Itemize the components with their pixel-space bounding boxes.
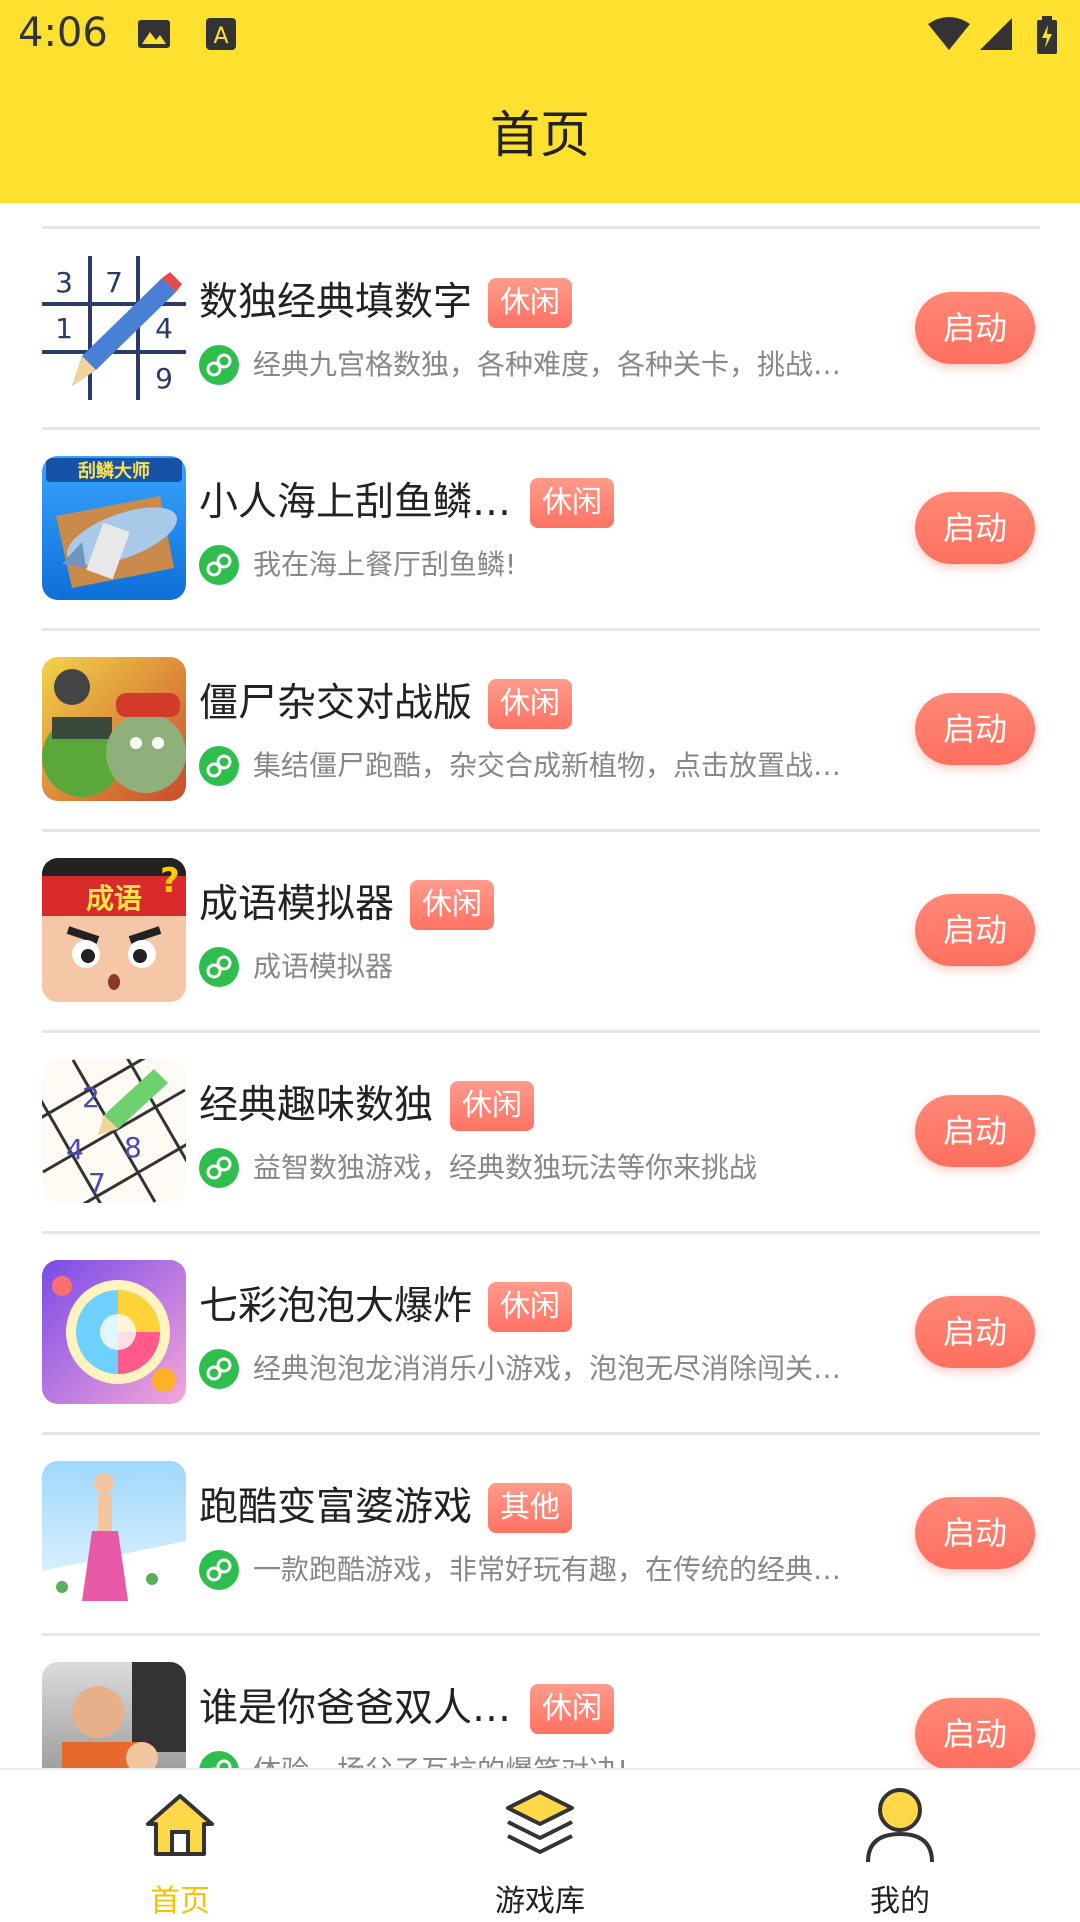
- game-description: 经典九宫格数独，各种难度，各种关卡，挑战…: [253, 348, 842, 381]
- category-tag: 休闲: [488, 278, 572, 328]
- battery-icon: [1037, 16, 1057, 54]
- game-name: 僵尸杂交对战版: [199, 681, 473, 726]
- game-description: 体验一场父子互坑的爆笑对决!: [253, 1751, 883, 1768]
- nav-home-label: 首页: [150, 1884, 210, 1919]
- bottom-nav: 首页 游戏库 我的: [0, 1768, 1080, 1922]
- game-name: 经典趣味数独: [199, 1083, 434, 1128]
- launch-button[interactable]: 启动: [915, 1698, 1035, 1768]
- category-tag: 休闲: [530, 478, 614, 528]
- mini-program-icon: [199, 746, 239, 786]
- mini-program-icon: [199, 1148, 239, 1188]
- dad-baby-icon: [42, 1662, 186, 1768]
- game-name: 数独经典填数字: [199, 280, 473, 325]
- svg-text:2: 2: [82, 1081, 100, 1114]
- mini-program-icon: [199, 345, 239, 385]
- game-description: 一款跑酷游戏，非常好玩有趣，在传统的经典…: [253, 1553, 842, 1586]
- game-list[interactable]: 3 7 1 4 9 数独经典填数字 休闲 经典九宫格数独，各种难度，各种关卡，挑…: [0, 203, 1080, 1768]
- svg-text:4: 4: [66, 1133, 84, 1166]
- launch-button[interactable]: 启动: [915, 1497, 1035, 1569]
- icon-label: 刮鳞大师: [78, 460, 150, 482]
- category-tag: 休闲: [530, 1684, 614, 1734]
- layers-icon: [506, 1790, 574, 1854]
- nav-profile-label: 我的: [870, 1884, 930, 1919]
- wifi-icon: [928, 17, 970, 50]
- nav-game-library[interactable]: 游戏库: [360, 1770, 720, 1922]
- image-notification-icon: [138, 20, 170, 48]
- game-item[interactable]: 成语 ? 成语模拟器 休闲 成语模拟器 启动: [0, 831, 1080, 1032]
- fun-sudoku-icon: 2 4 8 7: [42, 1059, 186, 1203]
- game-item[interactable]: 跑酷变富婆游戏 其他 一款跑酷游戏，非常好玩有趣，在传统的经典… 启动: [0, 1434, 1080, 1635]
- svg-text:A: A: [213, 24, 228, 49]
- launch-button[interactable]: 启动: [915, 292, 1035, 364]
- svg-text:8: 8: [124, 1131, 142, 1164]
- svg-text:1: 1: [55, 312, 73, 345]
- svg-text:7: 7: [105, 266, 123, 299]
- nav-game-library-label: 游戏库: [495, 1884, 585, 1919]
- svg-text:7: 7: [88, 1167, 106, 1200]
- game-item[interactable]: 七彩泡泡大爆炸 休闲 经典泡泡龙消消乐小游戏，泡泡无尽消除闯关… 启动: [0, 1233, 1080, 1434]
- category-tag: 休闲: [488, 1282, 572, 1332]
- category-tag: 休闲: [488, 679, 572, 729]
- game-name: 跑酷变富婆游戏: [199, 1485, 473, 1530]
- home-icon: [146, 1794, 214, 1856]
- game-item[interactable]: 2 4 8 7 经典趣味数独 休闲 益智数独游戏，经典数独玩法等你来挑战 启动: [0, 1032, 1080, 1233]
- rainbow-bubble-icon: [42, 1260, 186, 1404]
- status-bar: 4:06 A: [0, 0, 1080, 72]
- game-description: 我在海上餐厅刮鱼鳞!: [253, 548, 517, 581]
- mini-program-icon: [199, 1550, 239, 1590]
- category-tag: 休闲: [450, 1081, 534, 1131]
- game-name: 小人海上刮鱼鳞…: [199, 480, 512, 525]
- game-name: 成语模拟器: [199, 882, 395, 927]
- game-item[interactable]: 刮鳞大师 小人海上刮鱼鳞… 休闲 我在海上餐厅刮鱼鳞! 启动: [0, 429, 1080, 630]
- nav-profile[interactable]: 我的: [720, 1770, 1080, 1922]
- fish-scaling-icon: 刮鳞大师: [42, 456, 186, 600]
- a-notification-icon: A: [206, 18, 236, 50]
- game-description: 集结僵尸跑酷，杂交合成新植物，点击放置战…: [253, 749, 842, 782]
- launch-button[interactable]: 启动: [915, 693, 1035, 765]
- cell-signal-icon: [980, 18, 1012, 50]
- sudoku-pencil-icon: 3 7 1 4 9: [42, 256, 186, 400]
- mini-program-icon: [199, 1751, 239, 1768]
- svg-text:?: ?: [160, 861, 180, 901]
- game-name: 七彩泡泡大爆炸: [199, 1284, 473, 1329]
- status-time: 4:06: [18, 10, 108, 56]
- launch-button[interactable]: 启动: [915, 894, 1035, 966]
- game-description: 益智数独游戏，经典数独玩法等你来挑战: [253, 1151, 758, 1184]
- launch-button[interactable]: 启动: [915, 492, 1035, 564]
- page-title: 首页: [490, 106, 590, 164]
- game-item[interactable]: 谁是你爸爸双人… 休闲 体验一场父子互坑的爆笑对决! 启动: [0, 1635, 1080, 1768]
- game-description: 成语模拟器: [253, 950, 394, 983]
- icon-label: 成语: [86, 882, 142, 915]
- category-tag: 休闲: [410, 880, 494, 930]
- svg-text:9: 9: [155, 362, 173, 395]
- category-tag: 其他: [488, 1483, 572, 1533]
- runway-lady-icon: [42, 1461, 186, 1605]
- mini-program-icon: [199, 947, 239, 987]
- mini-program-icon: [199, 1349, 239, 1389]
- nav-home[interactable]: 首页: [0, 1770, 360, 1922]
- game-item[interactable]: 3 7 1 4 9 数独经典填数字 休闲 经典九宫格数独，各种难度，各种关卡，挑…: [0, 228, 1080, 429]
- launch-button[interactable]: 启动: [915, 1095, 1035, 1167]
- game-name: 谁是你爸爸双人…: [199, 1686, 512, 1731]
- mini-program-icon: [199, 545, 239, 585]
- game-description: 经典泡泡龙消消乐小游戏，泡泡无尽消除闯关…: [253, 1352, 842, 1385]
- launch-button[interactable]: 启动: [915, 1296, 1035, 1368]
- app-header: 4:06 A 首页: [0, 0, 1080, 203]
- game-item[interactable]: 僵尸杂交对战版 休闲 集结僵尸跑酷，杂交合成新植物，点击放置战… 启动: [0, 630, 1080, 831]
- user-icon: [866, 1788, 934, 1863]
- svg-text:4: 4: [155, 312, 173, 345]
- svg-text:3: 3: [55, 266, 73, 299]
- zombie-plant-icon: [42, 657, 186, 801]
- idiom-face-icon: 成语 ?: [42, 858, 186, 1002]
